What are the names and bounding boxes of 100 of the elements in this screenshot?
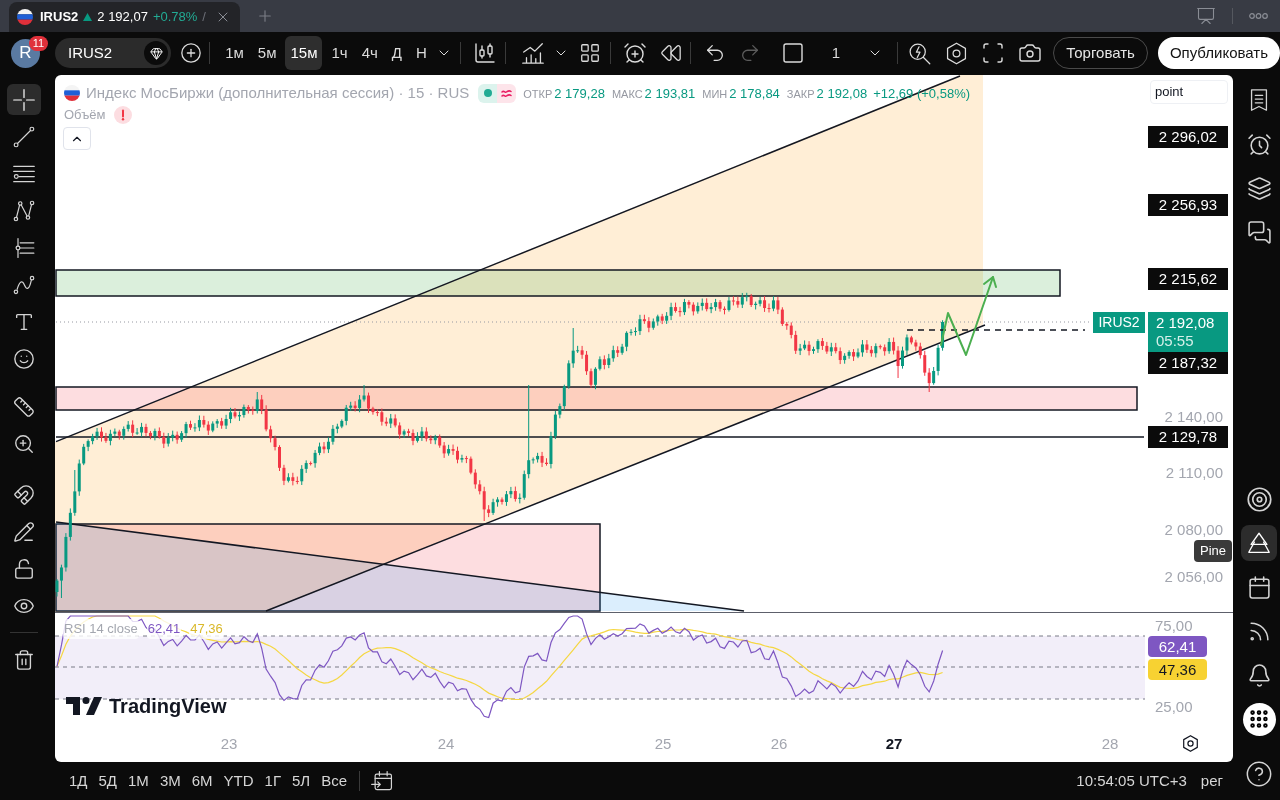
- add-symbol-button[interactable]: [180, 41, 203, 65]
- bar-chart-line-icon: [519, 40, 546, 66]
- tab-change: +0.78%: [152, 8, 198, 27]
- tool-button[interactable]: [7, 84, 41, 115]
- ohlc-value: 2 178,84: [729, 84, 780, 103]
- rewind-icon: [659, 42, 682, 64]
- date-range-button[interactable]: Все: [321, 769, 348, 793]
- scale-settings-button[interactable]: [1181, 734, 1200, 753]
- notification-count: 11: [29, 35, 48, 51]
- layout-button[interactable]: [578, 42, 601, 64]
- alarm-clock-icon: [1246, 131, 1272, 157]
- layout-grid-icon: [578, 42, 601, 64]
- symbol-search-field[interactable]: IRUS2: [55, 38, 172, 68]
- clock-text: 10:54:05 UTC+3: [1076, 770, 1187, 791]
- more-icon: [1249, 13, 1268, 19]
- price-tick: 2 080,00: [1164, 521, 1223, 539]
- tab-cut-text: /: [202, 8, 206, 27]
- flag-icon: [17, 9, 33, 25]
- calendar-icon: [370, 769, 395, 793]
- plus-icon: [256, 7, 274, 25]
- date-range-button[interactable]: 5Д: [98, 769, 118, 793]
- price-marker: 2 215,62: [1148, 268, 1228, 290]
- volume-label: Объём: [64, 106, 106, 124]
- triangles-icon: [1246, 530, 1272, 556]
- target-icon: [1245, 485, 1273, 513]
- price-marker: 2 187,32: [1148, 352, 1228, 374]
- monitor-icon: [1196, 6, 1216, 26]
- candlestick-icon: [472, 41, 497, 65]
- price-tick: 2 056,00: [1164, 568, 1223, 586]
- time-label: 24: [436, 735, 456, 753]
- price-marker: 2 129,78: [1148, 426, 1228, 448]
- up-triangle-icon: [83, 13, 93, 21]
- ruler-icon: [13, 395, 35, 418]
- dots-grid-icon: [1242, 702, 1276, 736]
- rsi-value-marker: 62,41: [1148, 636, 1207, 657]
- bar-countdown: 05:55: [1156, 332, 1194, 350]
- interval-button[interactable]: 1ч: [326, 36, 353, 70]
- calendar-icon: [1246, 574, 1272, 600]
- ohlc-value: 2 193,81: [644, 84, 696, 103]
- symbol-price-label: IRUS2: [1093, 312, 1145, 333]
- price-marker: 2 296,02: [1148, 126, 1228, 148]
- collapse-button[interactable]: [63, 127, 91, 150]
- tab-symbol: IRUS2: [40, 8, 79, 27]
- date-range-button[interactable]: 5Л: [292, 769, 311, 793]
- zoom-in-icon: [13, 432, 35, 455]
- tab-price: 2 192,07: [97, 8, 148, 27]
- time-label: 27: [884, 735, 904, 753]
- rectangle-button[interactable]: [780, 41, 805, 65]
- date-range-button[interactable]: 3М: [159, 769, 181, 793]
- smile-icon: [13, 347, 35, 370]
- time-label: 23: [219, 735, 239, 753]
- date-range-button[interactable]: 1Г: [264, 769, 282, 793]
- layers-icon: [1246, 175, 1272, 201]
- time-label: 28: [1100, 735, 1120, 753]
- interval-button[interactable]: 1м: [220, 36, 249, 70]
- interval-button[interactable]: Д: [386, 36, 407, 70]
- go-to-date-button[interactable]: [370, 769, 395, 793]
- interval-button[interactable]: 15м: [285, 36, 323, 70]
- interval-button[interactable]: 4ч: [356, 36, 383, 70]
- chat-icon: [1246, 219, 1272, 245]
- date-range-button[interactable]: 1Д: [69, 769, 88, 793]
- logo-text: TradingView: [109, 695, 227, 717]
- snapshot-button[interactable]: [1018, 41, 1043, 65]
- ohlc-value: 2 179,28: [554, 84, 605, 103]
- indicators-button[interactable]: [519, 40, 546, 66]
- ohlc-label: ЗАКР: [786, 86, 815, 102]
- fullscreen-icon: [981, 41, 1006, 65]
- layout-count-select[interactable]: 1: [831, 41, 884, 65]
- time-label: 26: [769, 735, 789, 753]
- date-range-button[interactable]: 6М: [191, 769, 213, 793]
- ohlc-value: 2 192,08: [816, 84, 868, 103]
- date-range-button[interactable]: YTD: [223, 769, 254, 793]
- date-range-button[interactable]: 1М: [128, 769, 149, 793]
- square-icon: [780, 41, 805, 65]
- more-button[interactable]: [1249, 13, 1268, 19]
- rsi-tick: 25,00: [1155, 698, 1193, 716]
- panel-button[interactable]: [1241, 525, 1277, 561]
- rsi-legend: RSI 14 close: [63, 619, 139, 639]
- alert-button[interactable]: [622, 41, 647, 65]
- pencil-icon: [13, 520, 35, 543]
- unit-label: point: [1150, 80, 1228, 104]
- trash-icon: [13, 648, 35, 671]
- add-icon: [180, 42, 203, 64]
- chart-type-button[interactable]: [472, 41, 497, 65]
- display-button[interactable]: [1196, 6, 1216, 26]
- price-marker: 2 256,93: [1148, 194, 1228, 216]
- zigzag-nodes-icon: [12, 198, 36, 223]
- interval-button[interactable]: 5м: [252, 36, 282, 70]
- logo-icon: [66, 697, 102, 715]
- replay-button[interactable]: [659, 42, 682, 64]
- chart-title: Индекс МосБиржи (дополнительная сессия) · 15 · RUS: [86, 83, 470, 103]
- price-tick: 2 110,00: [1165, 464, 1223, 482]
- browser-tab[interactable]: IRUS2 2 192,07 +0.78% /: [9, 2, 240, 32]
- fullscreen-button[interactable]: [981, 41, 1006, 65]
- publish-button[interactable]: Опубликовать: [1157, 37, 1280, 69]
- ohlc-label: МАКС: [611, 86, 643, 102]
- interval-button[interactable]: Н: [410, 36, 432, 70]
- adjustment-button[interactable]: рег: [1200, 769, 1223, 793]
- magnet-icon: [13, 483, 35, 506]
- alarm-clock-icon: [622, 41, 647, 65]
